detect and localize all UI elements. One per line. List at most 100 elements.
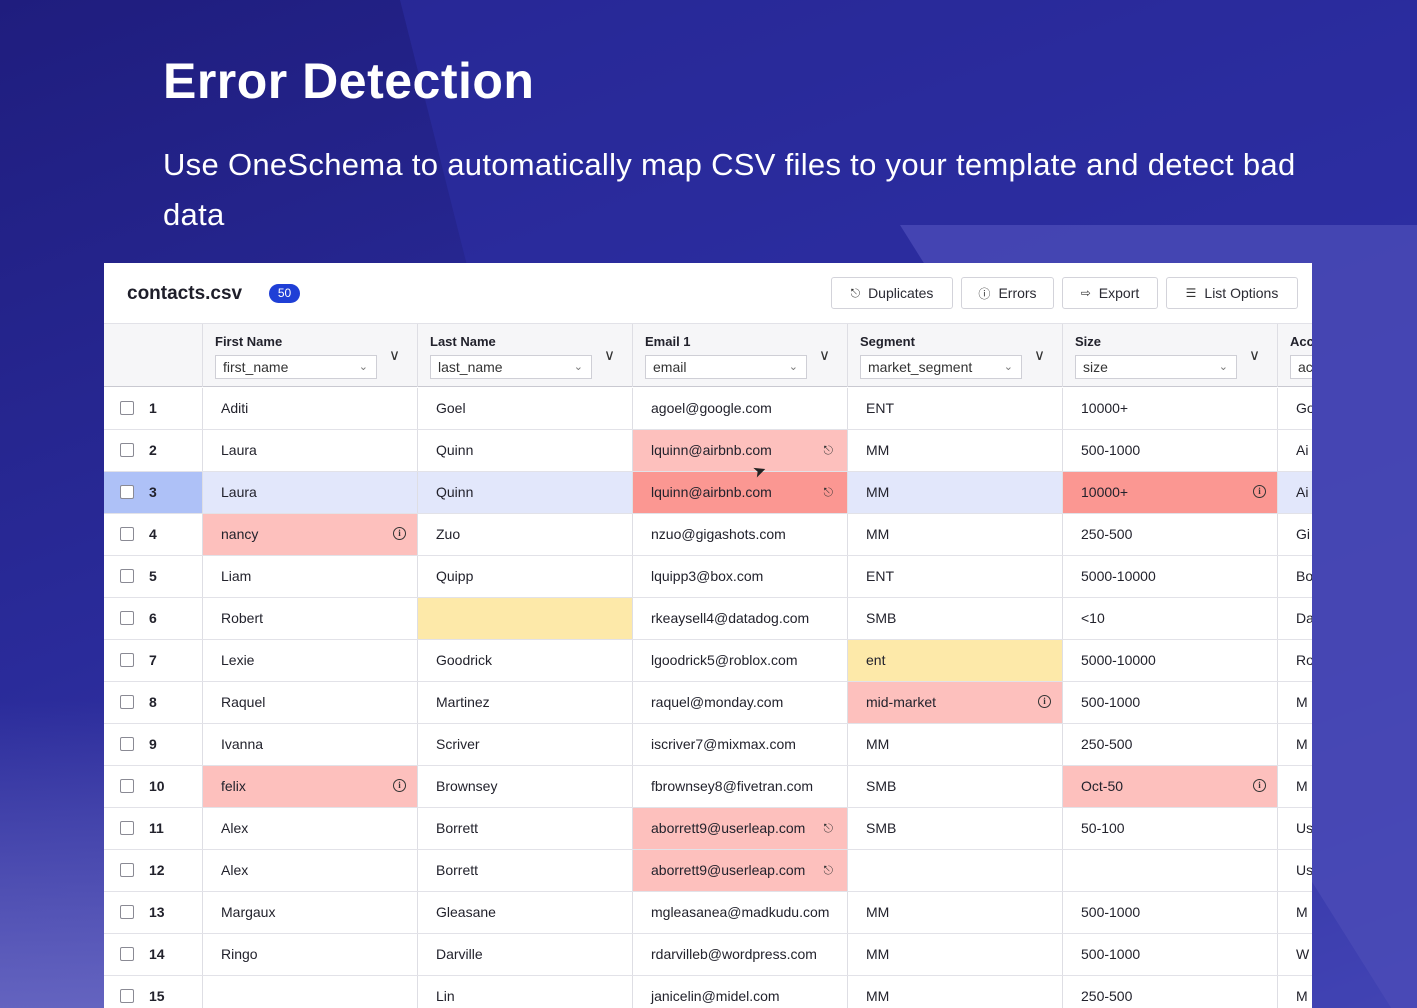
row-checkbox[interactable] <box>120 485 134 499</box>
table-row[interactable]: 7 Lexie Goodrick lgoodrick5@roblox.com ent 50… <box>104 640 1312 682</box>
table-cell[interactable]: ent <box>847 640 1062 681</box>
table-cell[interactable]: fbrownsey8@fivetran.com <box>632 766 847 807</box>
row-checkbox[interactable] <box>120 401 134 415</box>
table-cell[interactable]: Alex <box>202 850 417 891</box>
column-mapping-select[interactable]: ac⌄ <box>1290 355 1312 379</box>
table-cell[interactable]: Ivanna <box>202 724 417 765</box>
table-row[interactable]: 11 Alex Borrett aborrett9@userleap.com ⎋ SMB 5… <box>104 808 1312 850</box>
table-row[interactable]: 15 Lin janicelin@midel.com MM 250-500 M <box>104 976 1312 1008</box>
table-cell[interactable]: Lin <box>417 976 632 1008</box>
row-checkbox[interactable] <box>120 653 134 667</box>
row-checkbox[interactable] <box>120 989 134 1003</box>
table-cell[interactable]: Goel <box>417 388 632 429</box>
table-cell[interactable]: Quinn <box>417 430 632 471</box>
row-checkbox[interactable] <box>120 779 134 793</box>
table-row[interactable]: 2 Laura Quinn lquinn@airbnb.com ⎋ MM 500-1000 A… <box>104 430 1312 472</box>
table-cell[interactable]: Alex <box>202 808 417 849</box>
table-cell[interactable]: Margaux <box>202 892 417 933</box>
row-checkbox[interactable] <box>120 443 134 457</box>
table-cell[interactable]: MM <box>847 892 1062 933</box>
table-cell[interactable] <box>202 976 417 1008</box>
table-cell[interactable]: Liam <box>202 556 417 597</box>
table-cell[interactable]: rkeaysell4@datadog.com <box>632 598 847 639</box>
table-row[interactable]: 13 Margaux Gleasane mgleasanea@madkudu.com M… <box>104 892 1312 934</box>
table-cell[interactable]: MM <box>847 934 1062 975</box>
row-checkbox[interactable] <box>120 821 134 835</box>
table-cell[interactable]: 10000+ i <box>1062 472 1277 513</box>
row-checkbox[interactable] <box>120 947 134 961</box>
table-row[interactable]: 10 felix i Brownsey fbrownsey8@fivetran.com S… <box>104 766 1312 808</box>
table-cell[interactable]: <10 <box>1062 598 1277 639</box>
table-cell[interactable]: Quipp <box>417 556 632 597</box>
table-cell[interactable]: 10000+ <box>1062 388 1277 429</box>
table-cell[interactable]: lgoodrick5@roblox.com <box>632 640 847 681</box>
table-cell[interactable]: lquipp3@box.com <box>632 556 847 597</box>
column-menu-chevron-icon[interactable]: ∨ <box>1034 346 1045 364</box>
table-cell[interactable]: janicelin@midel.com <box>632 976 847 1008</box>
table-cell[interactable]: Zuo <box>417 514 632 555</box>
table-row[interactable]: 1 Aditi Goel agoel@google.com ENT 10000+ Go <box>104 388 1312 430</box>
table-cell[interactable]: Brownsey <box>417 766 632 807</box>
info-circle-icon[interactable]: i <box>1038 695 1051 708</box>
table-cell[interactable]: agoel@google.com <box>632 388 847 429</box>
table-cell[interactable]: 500-1000 <box>1062 682 1277 723</box>
row-checkbox[interactable] <box>120 905 134 919</box>
table-cell[interactable]: lquinn@airbnb.com ⎋ <box>632 472 847 513</box>
table-cell[interactable]: rdarvilleb@wordpress.com <box>632 934 847 975</box>
table-cell[interactable]: iscriver7@mixmax.com <box>632 724 847 765</box>
table-cell[interactable]: nzuo@gigashots.com <box>632 514 847 555</box>
table-row[interactable]: 14 Ringo Darville rdarvilleb@wordpress.com M… <box>104 934 1312 976</box>
column-mapping-select[interactable]: first_name ⌄ <box>215 355 377 379</box>
table-row[interactable]: 9 Ivanna Scriver iscriver7@mixmax.com MM 250-… <box>104 724 1312 766</box>
table-cell[interactable]: SMB <box>847 808 1062 849</box>
table-cell[interactable]: MM <box>847 430 1062 471</box>
table-cell[interactable]: M <box>1277 976 1312 1008</box>
row-checkbox[interactable] <box>120 863 134 877</box>
table-cell[interactable]: Raquel <box>202 682 417 723</box>
column-mapping-select[interactable]: last_name ⌄ <box>430 355 592 379</box>
table-cell[interactable]: Da <box>1277 598 1312 639</box>
table-cell[interactable]: Laura <box>202 472 417 513</box>
table-cell[interactable]: Go <box>1277 388 1312 429</box>
table-cell[interactable]: Laura <box>202 430 417 471</box>
table-cell[interactable]: M <box>1277 682 1312 723</box>
table-cell[interactable]: Lexie <box>202 640 417 681</box>
table-cell[interactable]: Quinn <box>417 472 632 513</box>
export-button[interactable]: ⇨ Export <box>1062 277 1158 309</box>
table-cell[interactable]: 5000-10000 <box>1062 556 1277 597</box>
table-cell[interactable]: lquinn@airbnb.com ⎋ <box>632 430 847 471</box>
table-cell[interactable]: Ringo <box>202 934 417 975</box>
column-mapping-select[interactable]: market_segment ⌄ <box>860 355 1022 379</box>
table-cell[interactable]: 250-500 <box>1062 724 1277 765</box>
table-cell[interactable]: aborrett9@userleap.com ⎋ <box>632 850 847 891</box>
duplicate-icon[interactable]: ⎋ <box>824 850 834 891</box>
duplicate-icon[interactable]: ⎋ <box>824 430 834 471</box>
column-menu-chevron-icon[interactable]: ∨ <box>819 346 830 364</box>
table-cell[interactable]: SMB <box>847 598 1062 639</box>
table-cell[interactable]: Ro <box>1277 640 1312 681</box>
table-cell[interactable]: 5000-10000 <box>1062 640 1277 681</box>
table-cell[interactable] <box>847 850 1062 891</box>
table-cell[interactable]: MM <box>847 472 1062 513</box>
table-cell[interactable]: M <box>1277 892 1312 933</box>
table-cell[interactable]: ENT <box>847 388 1062 429</box>
table-cell[interactable]: nancy i <box>202 514 417 555</box>
table-cell[interactable]: 50-100 <box>1062 808 1277 849</box>
row-checkbox[interactable] <box>120 611 134 625</box>
table-row[interactable]: 8 Raquel Martinez raquel@monday.com mid-mark… <box>104 682 1312 724</box>
row-checkbox[interactable] <box>120 527 134 541</box>
column-mapping-select[interactable]: email ⌄ <box>645 355 807 379</box>
table-cell[interactable]: M <box>1277 724 1312 765</box>
table-row[interactable]: 3 Laura Quinn lquinn@airbnb.com ⎋ MM 10000+ i Ai <box>104 472 1312 514</box>
table-cell[interactable]: 500-1000 <box>1062 934 1277 975</box>
column-mapping-select[interactable]: size ⌄ <box>1075 355 1237 379</box>
table-cell[interactable]: Darville <box>417 934 632 975</box>
table-cell[interactable]: M <box>1277 766 1312 807</box>
column-menu-chevron-icon[interactable]: ∨ <box>604 346 615 364</box>
table-cell[interactable]: ENT <box>847 556 1062 597</box>
table-cell[interactable]: MM <box>847 514 1062 555</box>
table-cell[interactable]: MM <box>847 976 1062 1008</box>
table-cell[interactable]: Borrett <box>417 808 632 849</box>
table-cell[interactable]: Martinez <box>417 682 632 723</box>
list-options-button[interactable]: ☰ List Options <box>1166 277 1298 309</box>
